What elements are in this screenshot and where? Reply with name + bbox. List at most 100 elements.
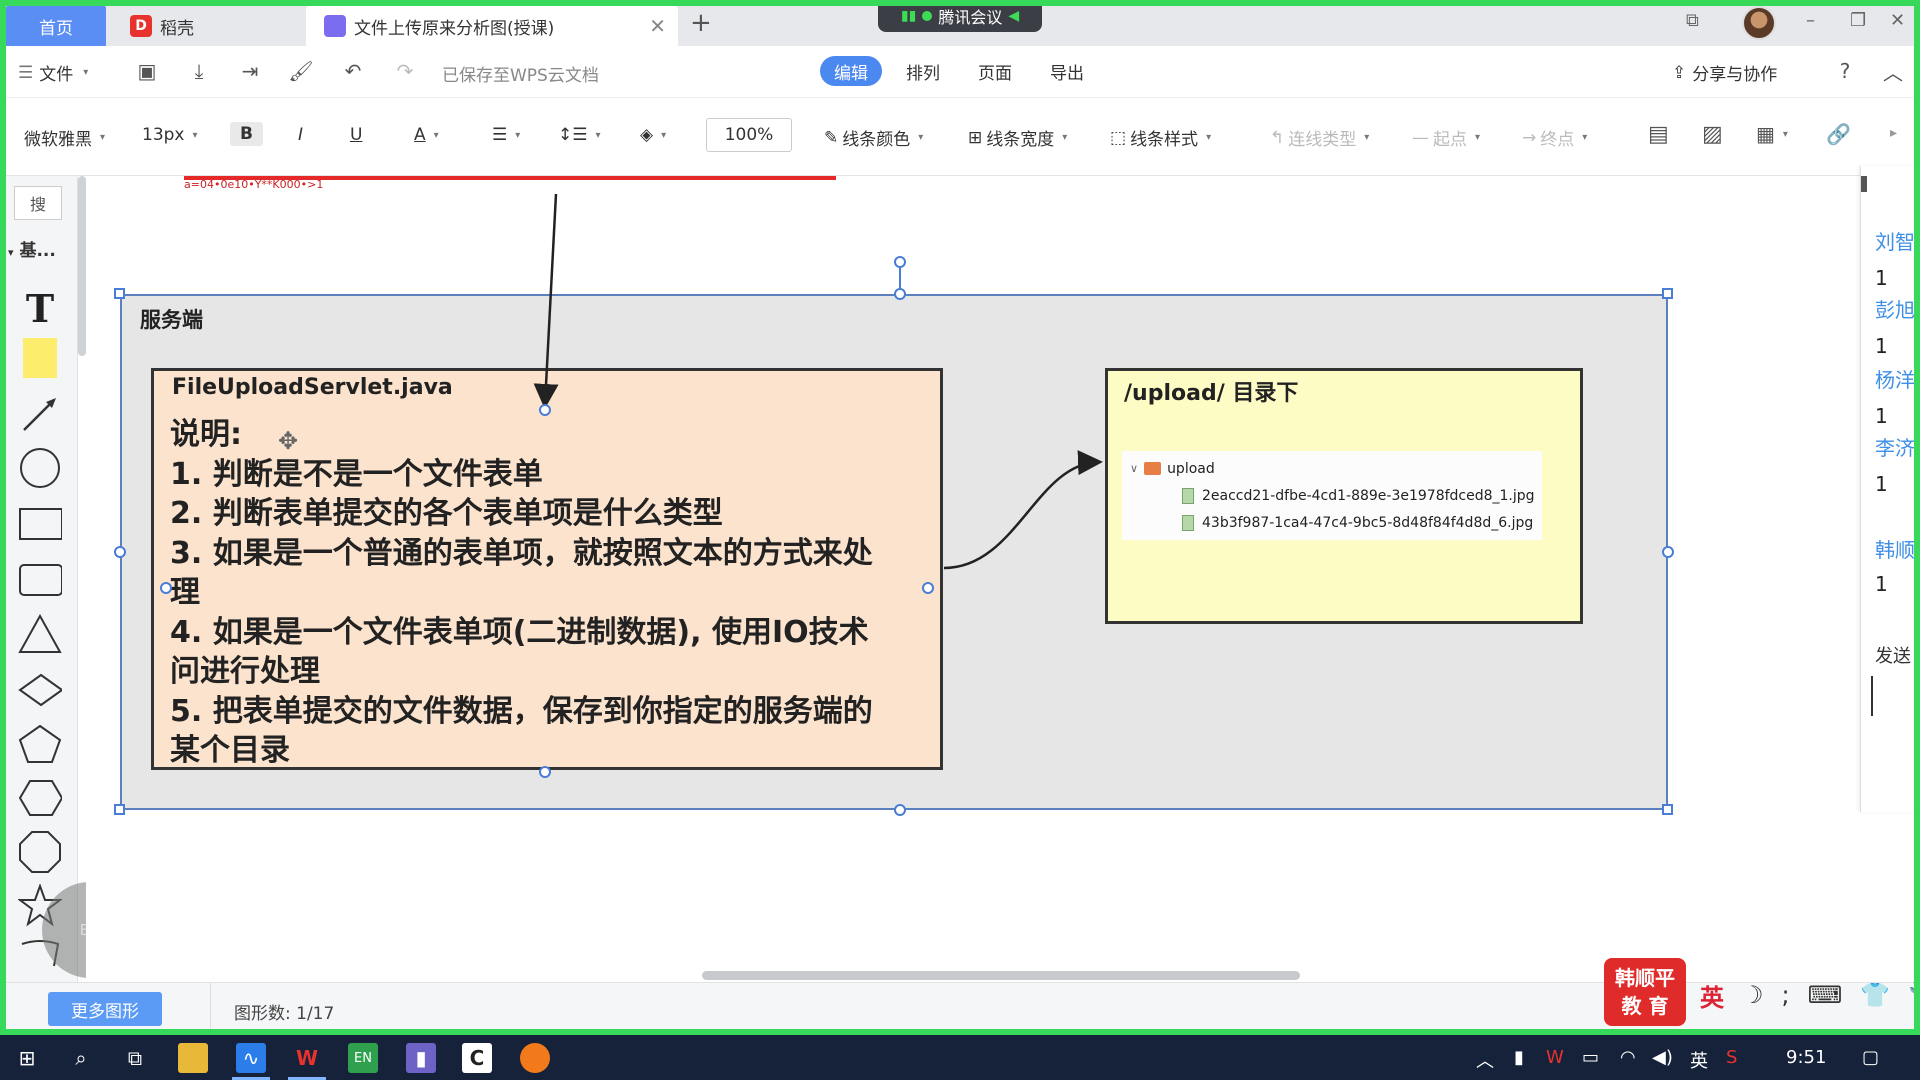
sticky-note-icon[interactable] xyxy=(18,336,62,380)
line-width-button[interactable]: ⊞ 线条宽度 ▾ xyxy=(968,125,1067,151)
line-color-button[interactable]: ✎ 线条颜色 ▾ xyxy=(824,125,923,151)
wps-icon[interactable]: W xyxy=(292,1043,322,1073)
arrow-line-icon[interactable] xyxy=(18,392,62,436)
resize-handle-n[interactable] xyxy=(894,288,906,300)
tray-chevron-icon[interactable]: ︿ xyxy=(1476,1047,1494,1073)
connection-point-left[interactable] xyxy=(160,582,172,594)
diagram-canvas[interactable]: a=04•0e10•Y**K000•>1 服务端 FileUploadServl… xyxy=(86,176,1856,982)
ime-tray-label[interactable]: 英 xyxy=(1690,1047,1708,1073)
bold-button[interactable]: B xyxy=(230,122,263,146)
ime-language[interactable]: 英 xyxy=(1700,978,1724,1013)
help-icon[interactable]: ? xyxy=(1832,58,1858,84)
align-button[interactable]: ☰ ▾ xyxy=(492,125,520,145)
rectangle-shape-icon[interactable] xyxy=(18,502,62,546)
resize-handle-sw[interactable] xyxy=(114,804,125,815)
export-icon[interactable]: ⇥ xyxy=(237,58,263,84)
zoom-input[interactable]: 100% xyxy=(706,118,792,152)
tab-export[interactable]: 导出 xyxy=(1036,56,1098,86)
resize-handle-se[interactable] xyxy=(1662,804,1673,815)
server-container[interactable]: 服务端 FileUploadServlet.java 说明: 1. 判断是不是一… xyxy=(120,294,1668,810)
servlet-box[interactable]: FileUploadServlet.java 说明: 1. 判断是不是一个文件表… xyxy=(151,368,943,770)
font-family-select[interactable]: 微软雅黑 ▾ xyxy=(24,125,105,150)
image-icon[interactable]: ▨ xyxy=(1702,122,1723,147)
tab-document[interactable]: 文件上传原来分析图(授课) ✕ xyxy=(306,6,678,46)
upload-directory-box[interactable]: /upload/ 目录下 ∨ upload 2eaccd21-dfbe-4cd1… xyxy=(1105,368,1583,624)
font-color-button[interactable]: A ▾ xyxy=(414,125,439,145)
resize-handle-e[interactable] xyxy=(1662,546,1674,558)
link-icon[interactable]: 🔗 xyxy=(1826,122,1851,146)
notification-icon[interactable]: ▢ xyxy=(1862,1047,1879,1068)
canvas-horizontal-scrollbar[interactable] xyxy=(702,971,1300,980)
more-shapes-button[interactable]: 更多图形 xyxy=(48,992,162,1026)
circle-shape-icon[interactable] xyxy=(18,446,62,490)
keyboard-icon[interactable]: ⌨ xyxy=(1808,981,1843,1009)
undo-icon[interactable]: ↶ xyxy=(340,58,366,84)
underline-button[interactable]: U xyxy=(350,125,362,145)
line-style-button[interactable]: ⬚ 线条样式 ▾ xyxy=(1110,125,1211,151)
code-editor-icon[interactable]: C xyxy=(462,1043,492,1073)
font-size-select[interactable]: 13px ▾ xyxy=(142,125,198,145)
shape-search-input[interactable]: 搜 xyxy=(14,186,62,220)
resize-handle-nw[interactable] xyxy=(114,288,125,299)
start-point-button[interactable]: — 起点 ▾ xyxy=(1412,125,1480,151)
avatar[interactable] xyxy=(1742,6,1776,40)
connector-type-button[interactable]: ↰ 连线类型 ▾ xyxy=(1270,125,1369,151)
volume-icon[interactable]: ◀) xyxy=(1652,1047,1673,1068)
chat-input[interactable] xyxy=(1871,676,1919,716)
shape-group-basic[interactable]: ▾ 基... xyxy=(8,236,56,261)
firefox-icon[interactable] xyxy=(520,1043,550,1073)
task-view-icon[interactable]: ⧉ xyxy=(120,1043,150,1073)
restore-button[interactable]: ❐ xyxy=(1850,10,1866,31)
tencent-meeting-icon[interactable]: ∿ xyxy=(236,1043,266,1073)
tab-daoke[interactable]: D 稻壳 xyxy=(112,6,302,46)
search-icon[interactable]: ⌕ xyxy=(66,1043,96,1073)
italic-button[interactable]: I xyxy=(298,125,303,145)
triangle-shape-icon[interactable] xyxy=(18,612,62,656)
format-painter-icon[interactable]: 🖌 xyxy=(288,58,314,84)
fill-color-button[interactable]: ◈ ▾ xyxy=(640,125,666,145)
download-icon[interactable]: ⤓ xyxy=(186,58,212,84)
close-window-button[interactable]: ✕ xyxy=(1890,10,1905,31)
chat-scrollbar[interactable] xyxy=(1861,176,1867,192)
intellij-icon[interactable]: ▮ xyxy=(406,1043,436,1073)
pentagon-shape-icon[interactable] xyxy=(18,722,62,766)
chevron-right-icon[interactable]: ▸ xyxy=(1890,125,1897,141)
wrench-icon[interactable]: 🔧 xyxy=(1908,981,1920,1009)
connection-point-top[interactable] xyxy=(539,404,551,416)
tab-arrange[interactable]: 排列 xyxy=(892,56,954,86)
new-tab-button[interactable]: + xyxy=(690,8,712,38)
moon-icon[interactable]: ☽ xyxy=(1742,981,1764,1009)
connection-point-right[interactable] xyxy=(922,582,934,594)
tab-page[interactable]: 页面 xyxy=(964,56,1026,86)
collapse-icon[interactable]: ︿ xyxy=(1880,58,1906,85)
text-tool-icon[interactable]: T xyxy=(18,286,62,331)
resize-handle-s[interactable] xyxy=(894,804,906,816)
layout-icon[interactable]: ⧉ xyxy=(1686,10,1699,31)
tencent-meeting-indicator[interactable]: ▮▮ 腾讯会议 ◀ xyxy=(878,0,1042,32)
sheet-app-icon[interactable]: EN xyxy=(348,1043,378,1073)
end-point-button[interactable]: → 终点 ▾ xyxy=(1522,125,1587,151)
shape-panel-scrollbar[interactable] xyxy=(78,176,86,356)
layout-panel-icon[interactable]: ▤ xyxy=(1648,122,1669,147)
punctuation-icon[interactable]: ; xyxy=(1782,981,1790,1009)
tab-home[interactable]: 首页 xyxy=(6,6,106,46)
file-menu[interactable]: ☰ 文件 ▾ xyxy=(18,60,88,86)
save-icon[interactable]: ▣ xyxy=(134,58,160,84)
file-explorer-icon[interactable] xyxy=(178,1043,208,1073)
sogou-icon[interactable]: S xyxy=(1726,1047,1737,1068)
rotation-handle[interactable] xyxy=(894,256,906,268)
resize-handle-w[interactable] xyxy=(114,546,126,558)
close-tab-icon[interactable]: ✕ xyxy=(649,14,666,38)
microphone-icon[interactable]: ▮ xyxy=(1514,1047,1524,1068)
battery-icon[interactable]: ▭ xyxy=(1582,1047,1599,1068)
rounded-rectangle-icon[interactable] xyxy=(18,558,62,602)
share-button[interactable]: ⇪ 分享与协作 xyxy=(1672,60,1777,86)
minimize-button[interactable]: – xyxy=(1806,10,1815,31)
diamond-shape-icon[interactable] xyxy=(18,668,62,712)
tab-edit[interactable]: 编辑 xyxy=(820,56,882,86)
page-icon[interactable]: ▦ ▾ xyxy=(1756,122,1788,146)
line-spacing-button[interactable]: ↕☰ ▾ xyxy=(558,125,601,145)
clock[interactable]: 9:51 xyxy=(1786,1047,1826,1068)
wifi-icon[interactable]: ◠ xyxy=(1620,1047,1636,1068)
hexagon-shape-icon[interactable] xyxy=(18,776,62,820)
